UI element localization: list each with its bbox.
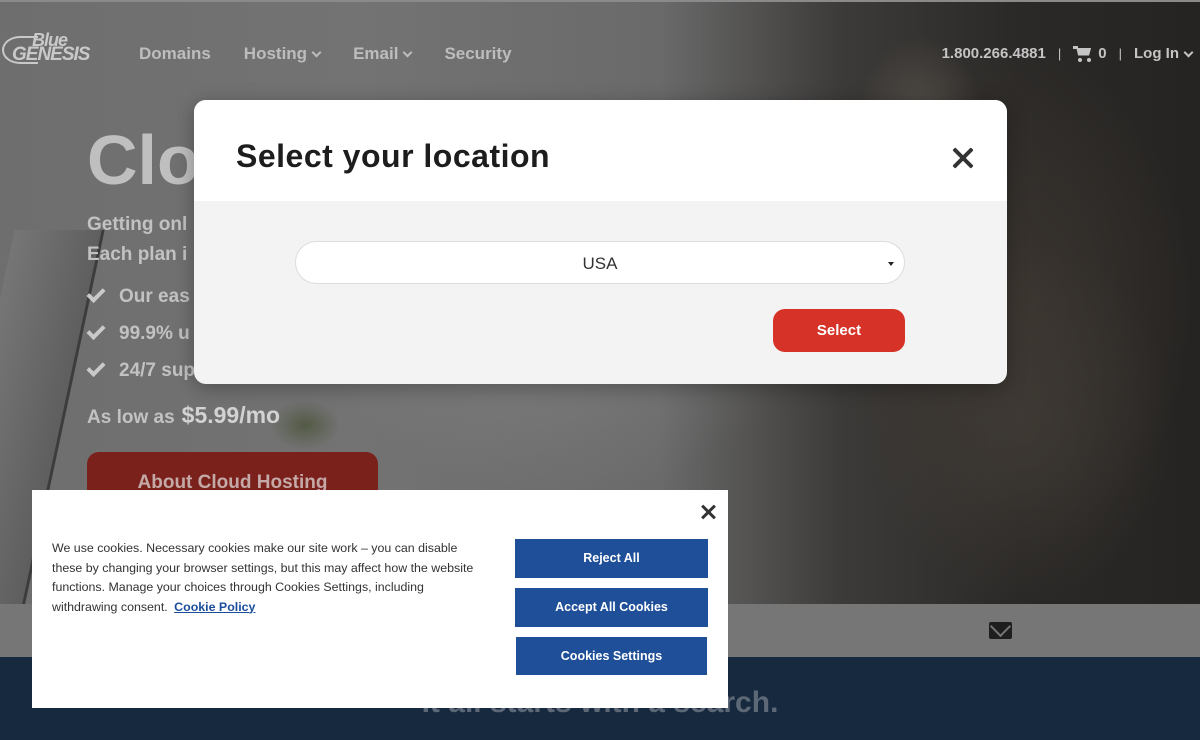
login-link[interactable]: Log In bbox=[1134, 45, 1194, 62]
accept-all-cookies-button[interactable]: Accept All Cookies bbox=[515, 588, 708, 627]
price-prefix: As low as bbox=[87, 407, 175, 428]
shopping-cart-icon bbox=[1073, 45, 1092, 62]
blue-genesis-logo[interactable]: Blue GENESIS bbox=[2, 30, 107, 76]
nav-hosting[interactable]: Hosting bbox=[243, 44, 322, 64]
select-location-button[interactable]: Select bbox=[773, 309, 905, 352]
cookie-policy-link[interactable]: Cookie Policy bbox=[174, 600, 255, 614]
nav-separator: | bbox=[1118, 46, 1122, 61]
chevron-down-icon bbox=[311, 47, 322, 58]
nav-domains-label: Domains bbox=[139, 44, 211, 63]
nav-utility: 1.800.266.4881 | 0 | Log In bbox=[942, 45, 1194, 62]
hero-photo-plant bbox=[270, 400, 340, 450]
login-label: Log In bbox=[1134, 45, 1179, 62]
cart-link[interactable]: 0 bbox=[1073, 45, 1107, 62]
chevron-down-icon bbox=[402, 47, 413, 58]
feature-text: 99.9% u bbox=[119, 322, 190, 344]
price-line: As low as $5.99/mo bbox=[87, 402, 280, 429]
nav-email-label: Email bbox=[353, 44, 399, 63]
close-icon[interactable] bbox=[700, 504, 716, 520]
feature-item: 99.9% u bbox=[86, 315, 195, 352]
close-icon[interactable] bbox=[951, 146, 975, 170]
modal-title: Select your location bbox=[236, 138, 551, 174]
cookie-message: We use cookies. Necessary cookies make o… bbox=[52, 539, 482, 617]
nav-email[interactable]: Email bbox=[353, 44, 413, 64]
nav-hosting-label: Hosting bbox=[243, 44, 308, 63]
price-value: $5.99/mo bbox=[181, 402, 281, 428]
cookie-message-text: We use cookies. Necessary cookies make o… bbox=[52, 541, 474, 614]
mail-icon[interactable] bbox=[989, 622, 1012, 639]
top-navigation: Blue GENESIS Domains Hosting Email Secur… bbox=[0, 0, 1200, 104]
hero-title: Clo bbox=[87, 121, 200, 199]
reject-all-button[interactable]: Reject All bbox=[515, 539, 708, 578]
main-menu: Domains Hosting Email Security bbox=[139, 44, 545, 64]
feature-text: 24/7 sup bbox=[119, 359, 196, 381]
cookie-banner: We use cookies. Necessary cookies make o… bbox=[32, 490, 728, 708]
feature-item: Our eas bbox=[86, 278, 195, 315]
chevron-down-icon bbox=[1183, 47, 1194, 57]
check-icon bbox=[86, 320, 106, 341]
check-icon bbox=[86, 357, 106, 378]
cart-count: 0 bbox=[1098, 45, 1107, 62]
modal-header: Select your location bbox=[194, 100, 1007, 201]
nav-security[interactable]: Security bbox=[444, 44, 511, 64]
feature-text: Our eas bbox=[119, 285, 190, 307]
location-modal: Select your location USA Select bbox=[194, 100, 1007, 384]
location-select[interactable]: USA bbox=[295, 241, 905, 284]
logo-text-genesis: GENESIS bbox=[12, 44, 90, 65]
nav-domains[interactable]: Domains bbox=[139, 44, 211, 64]
nav-security-label: Security bbox=[444, 44, 512, 63]
cookies-settings-button[interactable]: Cookies Settings bbox=[516, 637, 707, 675]
dropdown-arrow-icon bbox=[888, 262, 894, 266]
feature-list: Our eas 99.9% u 24/7 sup bbox=[86, 278, 196, 389]
location-select-value: USA bbox=[582, 254, 618, 273]
feature-item: 24/7 sup bbox=[86, 352, 196, 389]
check-icon bbox=[86, 283, 106, 304]
phone-number[interactable]: 1.800.266.4881 bbox=[942, 45, 1046, 62]
nav-separator: | bbox=[1057, 46, 1062, 61]
